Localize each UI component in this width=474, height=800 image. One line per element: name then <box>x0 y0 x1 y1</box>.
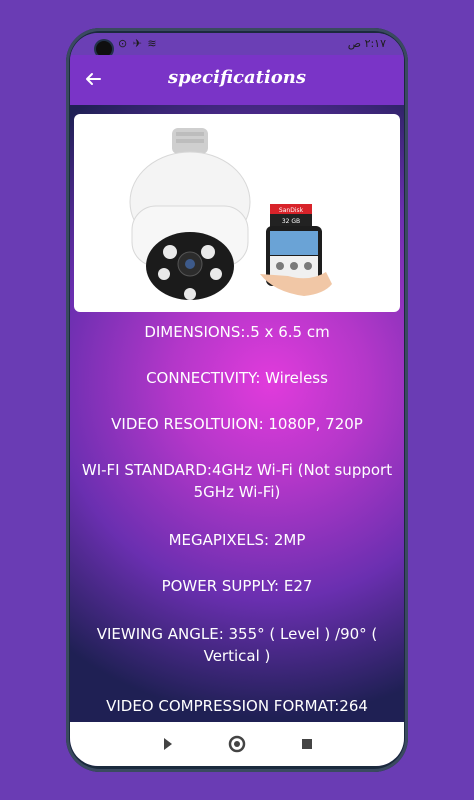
product-image-card: SanDisk 32 GB <box>74 114 400 312</box>
spec-power-supply: POWER SUPPLY: E27 <box>161 577 313 595</box>
spec-connectivity: CONNECTIVITY: Wireless <box>146 369 328 387</box>
specifications-content[interactable]: SanDisk 32 GB DIMENSIONS:.5 x 6.5 cm CON… <box>70 105 404 722</box>
phone-screen: ⊙ ✈ ≋ ٢:١٧ ص specifications SanDisk 32 G… <box>70 33 404 766</box>
sd-card-brand: SanDisk <box>279 207 304 214</box>
status-bar: ⊙ ✈ ≋ ٢:١٧ ص <box>70 33 404 57</box>
spec-video-resolution: VIDEO RESOLTUION: 1080P, 720P <box>111 415 363 433</box>
spec-megapixels: MEGAPIXELS: 2MP <box>168 531 306 549</box>
square-recent-icon[interactable] <box>295 732 319 756</box>
status-icons-left: ⊙ ✈ ≋ <box>118 37 158 50</box>
bulb-camera-illustration: SanDisk 32 GB <box>129 128 332 300</box>
spec-wifi-standard: WI-FI STANDARD:4GHz Wi-Fi (Not support 5… <box>81 461 393 501</box>
triangle-back-icon[interactable] <box>156 732 180 756</box>
sd-card-capacity: 32 GB <box>282 218 300 225</box>
app-bar: specifications <box>70 55 404 105</box>
system-navigation-bar <box>70 722 404 766</box>
spec-viewing-angle: VIEWING ANGLE: 355° ( Level ) /90° ( Ver… <box>96 625 378 665</box>
circle-home-icon[interactable] <box>225 732 249 756</box>
spec-dimensions: DIMENSIONS:.5 x 6.5 cm <box>144 323 330 341</box>
spec-video-compression: VIDEO COMPRESSION FORMAT:264 <box>106 697 368 715</box>
page-title: specifications <box>167 67 307 88</box>
status-time: ٢:١٧ ص <box>347 37 386 50</box>
